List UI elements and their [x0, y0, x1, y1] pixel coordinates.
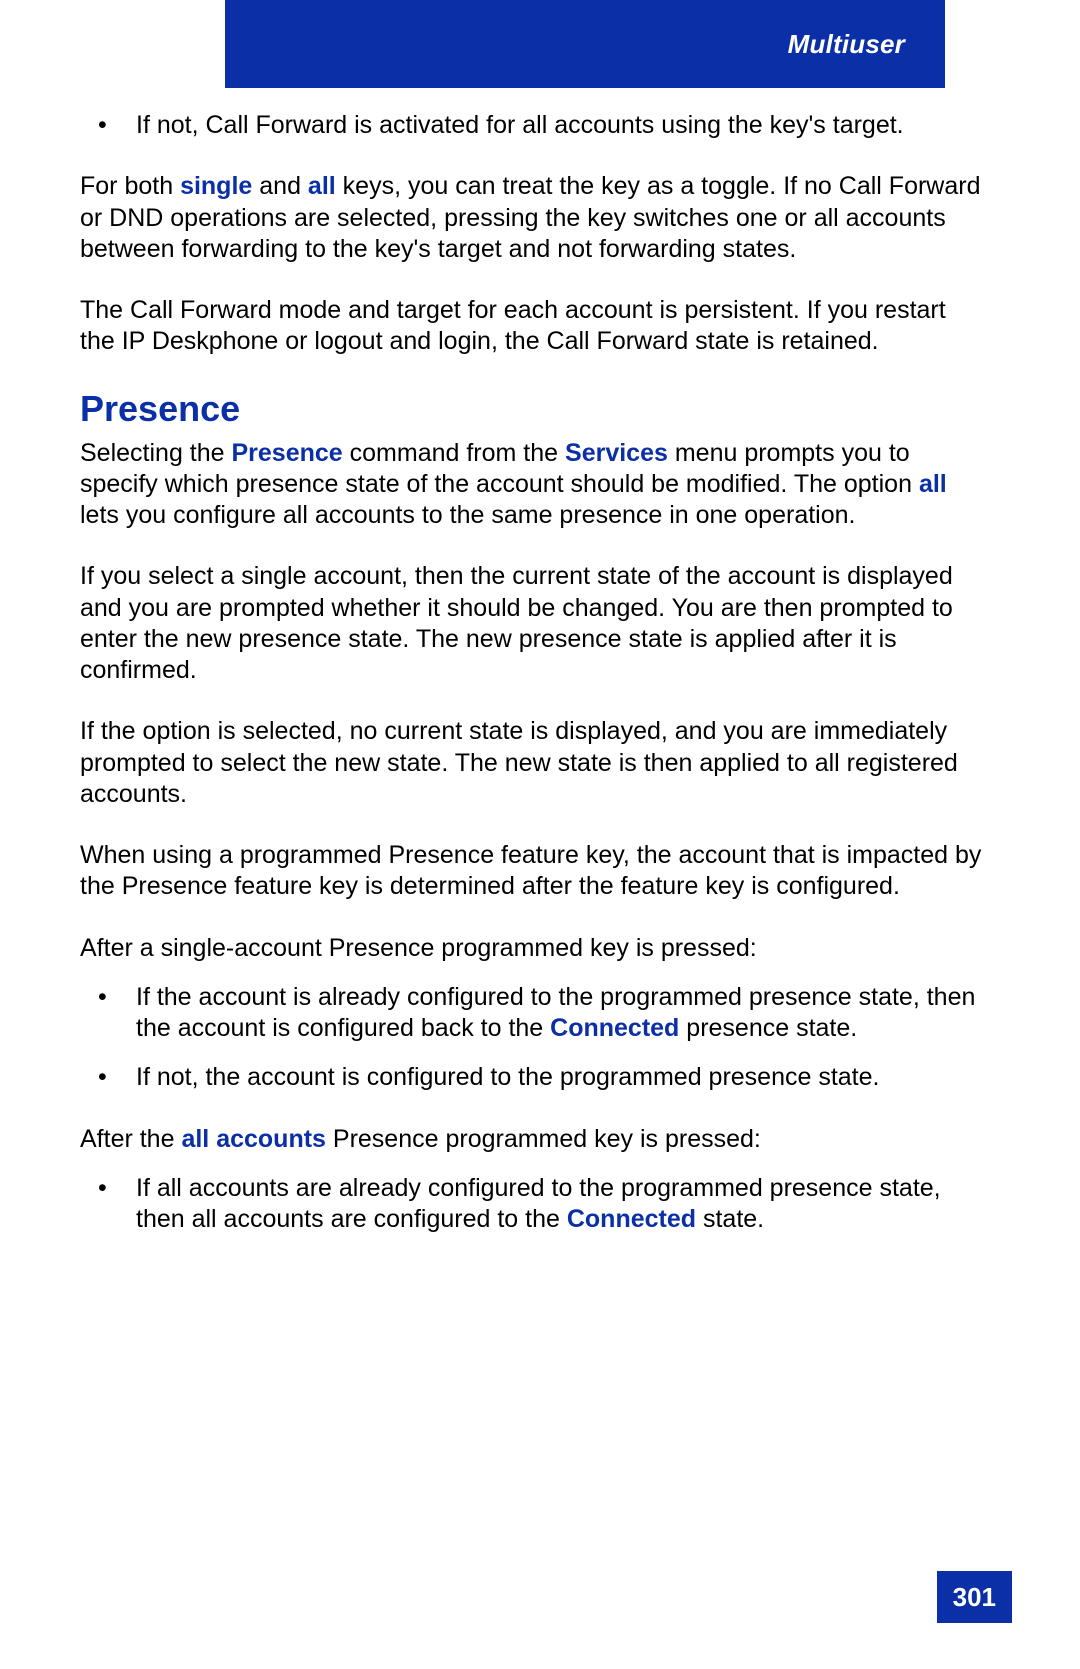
- paragraph: The Call Forward mode and target for eac…: [80, 295, 985, 358]
- list-item: If not, the account is configured to the…: [80, 1062, 985, 1093]
- body-text: The Call Forward mode and target for eac…: [80, 296, 946, 355]
- body-text: state.: [696, 1205, 764, 1233]
- list-item: If all accounts are already configured t…: [80, 1173, 985, 1236]
- emphasis-presence: Presence: [232, 439, 343, 467]
- bullet-list-2: If the account is already configured to …: [80, 982, 985, 1094]
- paragraph: After the all accounts Presence programm…: [80, 1124, 985, 1155]
- paragraph: If the option is selected, no current st…: [80, 716, 985, 810]
- body-text: If not, the account is configured to the…: [136, 1063, 879, 1091]
- body-text: Selecting the: [80, 439, 232, 467]
- document-page: Multiuser If not, Call Forward is activa…: [0, 0, 1080, 1669]
- body-text: If all accounts are already configured t…: [136, 1174, 941, 1233]
- body-text: If not, Call Forward is activated for al…: [136, 111, 904, 139]
- body-text: command from the: [343, 439, 565, 467]
- body-text: After the: [80, 1125, 181, 1153]
- emphasis-all: all: [919, 470, 947, 498]
- bullet-list-1: If not, Call Forward is activated for al…: [80, 110, 985, 141]
- emphasis-connected: Connected: [567, 1205, 696, 1233]
- header-bar: Multiuser: [225, 0, 945, 88]
- body-text: If the option is selected, no current st…: [80, 717, 958, 808]
- list-item: If not, Call Forward is activated for al…: [80, 110, 985, 141]
- emphasis-single: single: [180, 172, 252, 200]
- emphasis-all-accounts: all accounts: [181, 1125, 326, 1153]
- emphasis-services: Services: [565, 439, 668, 467]
- paragraph: For both single and all keys, you can tr…: [80, 171, 985, 265]
- section-heading-presence: Presence: [80, 388, 985, 430]
- paragraph: If you select a single account, then the…: [80, 561, 985, 686]
- emphasis-all: all: [308, 172, 336, 200]
- body-text: and: [252, 172, 308, 200]
- emphasis-connected: Connected: [550, 1014, 679, 1042]
- header-title: Multiuser: [788, 29, 905, 60]
- main-content: If not, Call Forward is activated for al…: [80, 110, 985, 1265]
- body-text: After a single-account Presence programm…: [80, 934, 757, 962]
- paragraph: After a single-account Presence programm…: [80, 933, 985, 964]
- paragraph: Selecting the Presence command from the …: [80, 438, 985, 532]
- body-text: Presence programmed key is pressed:: [326, 1125, 761, 1153]
- page-number-box: 301: [937, 1571, 1012, 1623]
- body-text: lets you configure all accounts to the s…: [80, 501, 855, 529]
- paragraph: When using a programmed Presence feature…: [80, 840, 985, 903]
- body-text: For both: [80, 172, 180, 200]
- body-text: If you select a single account, then the…: [80, 562, 953, 684]
- body-text: When using a programmed Presence feature…: [80, 841, 981, 900]
- bullet-list-3: If all accounts are already configured t…: [80, 1173, 985, 1236]
- list-item: If the account is already configured to …: [80, 982, 985, 1045]
- page-number: 301: [953, 1582, 996, 1613]
- body-text: presence state.: [679, 1014, 857, 1042]
